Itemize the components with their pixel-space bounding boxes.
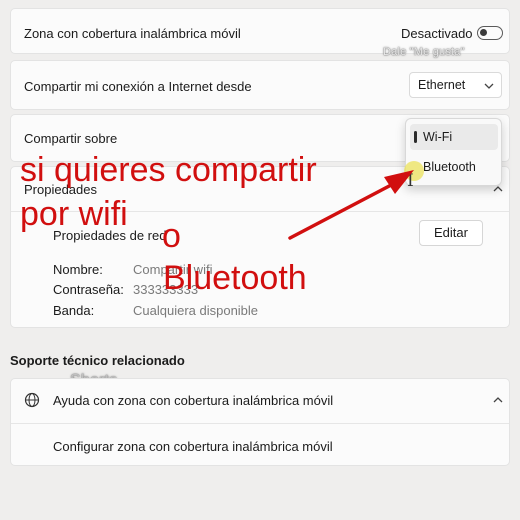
like-overlay-text: Dale "Me gusta" [383,46,465,58]
help-globe-icon [24,392,40,408]
hotspot-label: Zona con cobertura inalámbrica móvil [24,26,241,41]
flyout-item-bluetooth-label: Bluetooth [423,160,476,174]
hotspot-toggle[interactable] [477,26,503,40]
toggle-knob [480,29,487,36]
configure-hotspot-link[interactable]: Configurar zona con cobertura inalámbric… [53,439,333,454]
chevron-up-icon[interactable] [493,397,503,403]
annotation-line-3: o [162,217,181,255]
annotation-line-2: por wifi [20,195,128,233]
field-value-band: Cualquiera disponible [133,303,259,318]
selection-accent [414,131,417,143]
flyout-item-wifi-label: Wi-Fi [423,130,453,144]
text-cursor-icon: I [407,171,414,191]
share-from-dropdown[interactable]: Ethernet [409,72,502,98]
support-card: Ayuda con zona con cobertura inalámbrica… [10,378,510,466]
share-over-label: Compartir sobre [24,131,118,146]
support-section-title: Soporte técnico relacionado [10,353,185,368]
annotation-line-1: si quieres compartir [20,151,317,189]
hotspot-state-label: Desactivado [401,26,473,41]
field-key-password: Contraseña: [53,282,124,297]
chevron-up-icon[interactable] [493,186,503,192]
flyout-item-wifi[interactable]: Wi-Fi [410,124,498,150]
properties-card: Propiedades Propiedades de red Editar No… [10,166,510,328]
field-key-name: Nombre: [53,262,103,277]
help-item-label[interactable]: Ayuda con zona con cobertura inalámbrica… [53,393,333,408]
edit-button[interactable]: Editar [419,220,483,246]
chevron-down-icon [484,83,494,89]
share-from-label: Compartir mi conexión a Internet desde [24,79,252,94]
annotation-line-4: Bluetooth [163,259,307,297]
share-from-selected: Ethernet [418,78,466,92]
support-divider [11,423,509,424]
field-key-band: Banda: [53,303,95,318]
share-from-card: Compartir mi conexión a Internet desde E… [10,60,510,110]
